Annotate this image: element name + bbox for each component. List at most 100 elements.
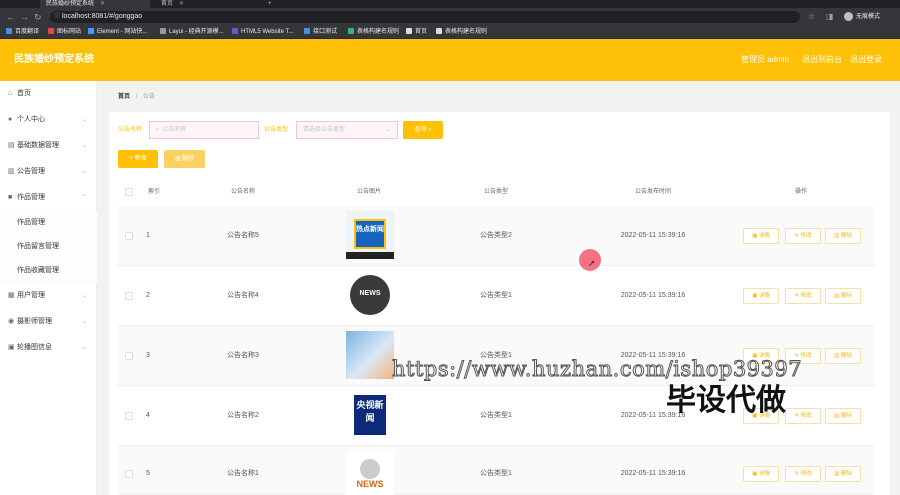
breadcrumb-home[interactable]: 首页	[118, 94, 130, 100]
trash-icon: ▥	[834, 293, 840, 299]
browser-toolbar: ← → ↻ ⓘ localhost:8081/#/gonggao ☆ ◨ 无痕模…	[0, 8, 900, 26]
bookmark[interactable]: 百度翻译	[6, 26, 39, 39]
row-index: 1	[146, 232, 150, 239]
detail-icon: ▣	[752, 293, 758, 299]
breadcrumb-separator: /	[135, 94, 138, 100]
address-bar[interactable]: ⓘ localhost:8081/#/gonggao	[50, 11, 800, 23]
row-notice-name: 公告名称3	[227, 352, 259, 359]
row-checkbox[interactable]	[125, 352, 133, 360]
bookmark[interactable]: 表格构建名规则	[348, 26, 399, 39]
plus-icon: +	[129, 156, 133, 162]
sidebar-item-photographers[interactable]: ◉ 摄影师管理 ⌄	[0, 309, 97, 335]
sidebar-item-users[interactable]: ▦ 用户管理 ⌄	[0, 283, 97, 309]
info-icon[interactable]: ⓘ	[54, 11, 60, 23]
detail-button[interactable]: ▣ 详情	[743, 288, 779, 304]
data-icon: ▤	[8, 142, 15, 149]
detail-button[interactable]: ▣ 详情	[743, 228, 779, 244]
user-icon: ●	[8, 116, 13, 123]
bookmark[interactable]: 表格构建名规则	[436, 26, 487, 39]
add-button[interactable]: + 新增	[118, 150, 158, 168]
bookmark[interactable]: 图标网站	[48, 26, 81, 39]
row-checkbox[interactable]	[125, 292, 133, 300]
sidebar-subitem-works-favorites[interactable]: 作品收藏管理	[0, 259, 97, 283]
extension-icon[interactable]: ◨	[826, 11, 834, 23]
column-header: 操作	[794, 189, 807, 195]
detail-button[interactable]: ▣ 详情	[743, 466, 779, 482]
row-notice-name: 公告名称2	[227, 412, 259, 419]
row-checkbox[interactable]	[125, 232, 133, 240]
select-all-checkbox[interactable]	[125, 188, 133, 196]
avatar	[843, 11, 853, 21]
tab-title: 首页	[161, 1, 174, 7]
delete-button[interactable]: ▥ 删除	[825, 348, 861, 364]
profile-label: 无痕模式	[855, 14, 880, 20]
notice-name-label: 公告名称	[118, 127, 143, 133]
close-icon[interactable]: ✕	[179, 1, 184, 7]
chevron-down-icon: ⌄	[385, 127, 391, 133]
bookmark[interactable]: Element - 网站快...	[88, 26, 147, 39]
table-row: 1 公告名称5 热点新闻 公告类型2 2022-05-11 15:39:16 ▣…	[118, 206, 874, 266]
sidebar-item-base-data[interactable]: ▤ 基础数据管理 ⌄	[0, 133, 97, 159]
row-checkbox[interactable]	[125, 412, 133, 420]
forward-icon[interactable]: →	[20, 11, 29, 23]
row-publish-time: 2022-05-11 15:39:16	[620, 232, 686, 239]
delete-button[interactable]: ▥ 删除	[825, 466, 861, 482]
row-publish-time: 2022-05-11 15:39:16	[620, 470, 686, 477]
sidebar-subitem-works-comments[interactable]: 作品留言管理	[0, 235, 97, 259]
trash-icon: ▥	[174, 156, 181, 162]
home-icon: ⌂	[8, 90, 13, 97]
search-icon: ⌕	[156, 127, 160, 133]
edit-button[interactable]: ✎ 修改	[785, 288, 821, 304]
browser-tab-active[interactable]: 民族婚纱预定系统 ✕	[40, 0, 150, 8]
batch-delete-button[interactable]: ▥ 删除	[164, 150, 205, 168]
star-icon[interactable]: ☆	[808, 11, 815, 23]
table-row: 5 公告名称1 NEWS 公告类型1 2022-05-11 15:39:16 ▣…	[118, 446, 874, 495]
row-checkbox[interactable]	[125, 470, 133, 478]
column-header: 公告类型	[483, 189, 508, 195]
query-button[interactable]: 查询 ⌕	[403, 121, 443, 139]
delete-button[interactable]: ▥ 删除	[825, 288, 861, 304]
logout-link[interactable]: 退出登录	[850, 39, 882, 81]
admin-label: 管理员 admin	[741, 55, 790, 64]
bookmark[interactable]: 首页	[406, 26, 427, 39]
bookmarks-bar: 百度翻译 图标网站 Element - 网站快... Layui - 经典开源模…	[0, 26, 900, 39]
row-notice-name: 公告名称4	[227, 292, 259, 299]
row-index: 2	[146, 292, 150, 299]
delete-button[interactable]: ▥ 删除	[825, 228, 861, 244]
sidebar-item-notices[interactable]: ▥ 公告管理 ⌄	[0, 159, 97, 185]
bookmark[interactable]: Layui - 经典开源模...	[160, 26, 224, 39]
edit-button[interactable]: ✎ 修改	[785, 466, 821, 482]
sidebar-item-profile[interactable]: ● 个人中心 ⌄	[0, 107, 97, 133]
works-icon: ■	[8, 194, 13, 201]
row-notice-type: 公告类型1	[480, 412, 512, 419]
notice-name-input[interactable]: ⌕ 公告名称	[149, 121, 259, 139]
detail-icon: ▣	[752, 471, 758, 477]
tab-title: 民族婚纱预定系统	[46, 1, 95, 7]
notice-image	[346, 331, 394, 379]
close-icon[interactable]: ✕	[100, 1, 105, 7]
notice-type-select[interactable]: 请选择公告类型 ⌄	[296, 121, 398, 139]
sidebar-item-carousel[interactable]: ▣ 轮播图信息 ⌄	[0, 335, 97, 361]
back-to-front-link[interactable]: 退出到前台	[802, 39, 842, 81]
trash-icon: ▥	[834, 353, 840, 359]
sidebar-item-home[interactable]: ⌂ 首页	[0, 81, 97, 107]
bookmark[interactable]: 接口测试	[304, 26, 337, 39]
edit-icon: ✎	[794, 471, 800, 477]
carousel-icon: ▣	[8, 344, 15, 351]
new-tab-icon[interactable]: +	[262, 0, 276, 8]
chevron-down-icon: ⌄	[81, 143, 87, 149]
column-header: 索引	[147, 189, 160, 195]
delete-button[interactable]: ▥ 删除	[825, 408, 861, 424]
edit-button[interactable]: ✎ 修改	[785, 408, 821, 424]
edit-button[interactable]: ✎ 修改	[785, 228, 821, 244]
reload-icon[interactable]: ↻	[34, 11, 42, 23]
back-icon[interactable]: ←	[6, 11, 15, 23]
profile-chip[interactable]: 无痕模式	[843, 11, 880, 23]
sidebar-item-works[interactable]: ■ 作品管理 ⌃	[0, 185, 97, 211]
trash-icon: ▥	[834, 471, 840, 477]
chevron-up-icon: ⌃	[81, 195, 87, 201]
app-header: 民族婚纱预定系统 管理员 admin 退出到前台 退出登录	[0, 39, 900, 81]
browser-tab[interactable]: 首页 ✕	[155, 0, 255, 8]
bookmark[interactable]: HTML5 Website T...	[232, 26, 293, 39]
sidebar-subitem-works[interactable]: 作品管理	[0, 211, 97, 235]
